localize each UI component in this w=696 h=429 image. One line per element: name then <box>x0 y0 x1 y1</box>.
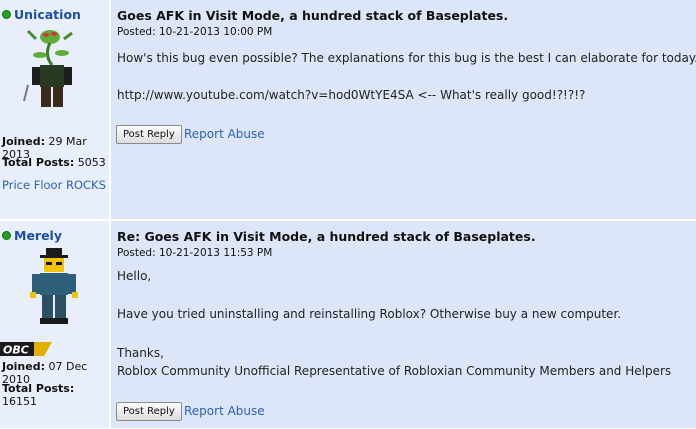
online-status-icon <box>2 231 11 240</box>
post-timestamp: Posted: 10-21-2013 10:00 PM <box>117 26 273 38</box>
post-text-line[interactable]: http://www.youtube.com/watch?v=hod0WtYE4… <box>117 88 585 102</box>
forum-post: Merely OBC Joined: 07 Dec 2010 Total Pos… <box>0 220 696 429</box>
post-text-line: Hello, <box>117 269 152 283</box>
author-username[interactable]: Merely <box>2 228 62 243</box>
post-text-line: How's this bug even possible? The explan… <box>117 51 696 65</box>
user-avatar[interactable] <box>22 246 86 332</box>
post-text-line: Roblox Community Unofficial Representati… <box>117 364 672 378</box>
post-reply-button[interactable]: Post Reply <box>116 402 182 421</box>
svg-text:OBC: OBC <box>3 344 29 357</box>
obc-badge-icon: OBC <box>0 342 52 357</box>
post-title: Re: Goes AFK in Visit Mode, a hundred st… <box>117 229 536 244</box>
author-username[interactable]: Unication <box>2 7 81 22</box>
report-abuse-link[interactable]: Report Abuse <box>184 404 265 418</box>
post-text-line: Thanks, <box>117 346 164 360</box>
post-text-line: Have you tried uninstalling and reinstal… <box>117 307 622 321</box>
post-body: Goes AFK in Visit Mode, a hundred stack … <box>111 0 696 219</box>
author-username-label: Unication <box>14 7 81 22</box>
total-posts: Total Posts: 5053 <box>2 156 106 169</box>
report-abuse-link[interactable]: Report Abuse <box>184 127 265 141</box>
online-status-icon <box>2 10 11 19</box>
user-avatar[interactable] <box>22 25 86 111</box>
total-posts: Total Posts: 16151 <box>2 382 75 408</box>
post-author-panel: Merely OBC Joined: 07 Dec 2010 Total Pos… <box>0 221 111 428</box>
signature-link[interactable]: Price Floor ROCKS <box>2 178 106 192</box>
post-reply-button[interactable]: Post Reply <box>116 125 182 144</box>
post-body: Re: Goes AFK in Visit Mode, a hundred st… <box>111 221 696 428</box>
post-author-panel: Unication Joined: 29 Mar 2013 Total Post… <box>0 0 111 219</box>
post-timestamp: Posted: 10-21-2013 11:53 PM <box>117 247 273 259</box>
forum-post: Unication Joined: 29 Mar 2013 Total Post… <box>0 0 696 220</box>
author-username-label: Merely <box>14 228 62 243</box>
post-title: Goes AFK in Visit Mode, a hundred stack … <box>117 8 509 23</box>
